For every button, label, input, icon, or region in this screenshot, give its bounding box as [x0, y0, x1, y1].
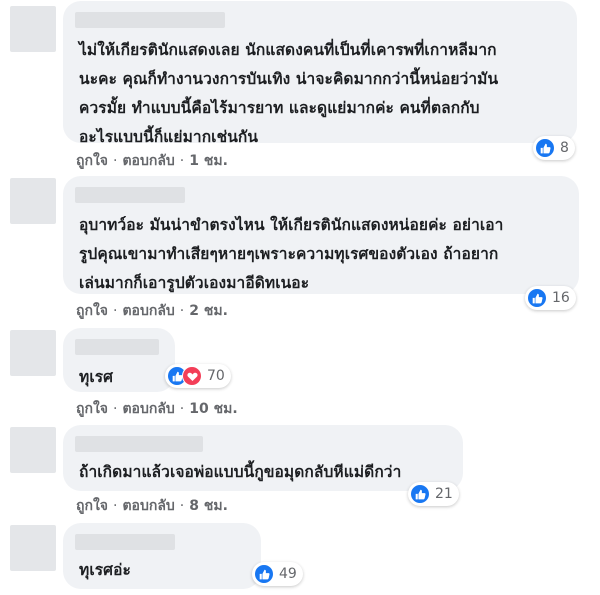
commenter-name-redacted[interactable]	[75, 12, 225, 28]
comment-bubble: ทุเรศอ่ะ	[63, 523, 261, 589]
commenter-name-redacted[interactable]	[75, 187, 185, 203]
reaction-count: 8	[560, 140, 569, 156]
like-icon	[535, 138, 555, 158]
comment-bubble: อุบาทว์อะ มันน่าขำตรงไหน ให้เกียรตินักแส…	[63, 176, 579, 294]
love-icon	[182, 366, 202, 386]
timestamp[interactable]: 2 ชม.	[189, 303, 228, 319]
comment-bubble: ไม่ให้เกียรตินักแสดงเลย นักแสดงคนที่เป็น…	[63, 1, 577, 146]
comment-text: อุบาทว์อะ มันน่าขำตรงไหน ให้เกียรตินักแส…	[79, 211, 504, 298]
comment-line: อุบาทว์อะ มันน่าขำตรงไหน ให้เกียรตินักแส…	[79, 216, 504, 234]
comment-text: ทุเรศอ่ะ	[79, 556, 131, 585]
separator: ·	[179, 153, 185, 169]
separator: ·	[113, 303, 118, 319]
reaction-count: 70	[207, 368, 225, 384]
separator: ·	[179, 498, 185, 514]
comment-bubble: ทุเรศ	[63, 328, 175, 392]
avatar[interactable]	[10, 525, 56, 571]
timestamp[interactable]: 1 ชม.	[189, 153, 228, 169]
avatar[interactable]	[10, 427, 56, 473]
like-icon	[410, 484, 430, 504]
reaction-summary[interactable]: 16	[525, 286, 576, 310]
timestamp[interactable]: 10 ชม.	[189, 401, 237, 417]
comment-line: รูปคุณเขามาทำเสียๆหายๆเพราะความทุเรศของต…	[79, 245, 499, 263]
reaction-summary[interactable]: 21	[408, 482, 459, 506]
separator: ·	[113, 498, 118, 514]
comment-actions: ถูกใจ · ตอบกลับ · 8 ชม.	[76, 495, 228, 517]
comment-text: ถ้าเกิดมาแล้วเจอพ่อแบบนี้กูขอมุดกลับหีแม…	[79, 458, 401, 487]
comment-line: อะไรแบบนี้ก็แย่มากเช่นกัน	[79, 128, 259, 146]
comment-line: ถ้าเกิดมาแล้วเจอพ่อแบบนี้กูขอมุดกลับหีแม…	[79, 463, 402, 481]
comment-line: นะคะ คุณก็ทำงานวงการบันเทิง น่าจะคิดมากก…	[79, 70, 499, 88]
commenter-name-redacted[interactable]	[75, 436, 203, 452]
comment-line: เล่นมากก็เอารูปตัวเองมาอีดิทเนอะ	[79, 274, 310, 292]
avatar[interactable]	[10, 178, 56, 224]
timestamp[interactable]: 8 ชม.	[189, 498, 228, 514]
separator: ·	[179, 401, 185, 417]
comment-line: ทุเรศอ่ะ	[79, 561, 131, 579]
comment-line: ควรมั้ย ทำแบบนี้คือไร้มารยาท และดูแย่มาก…	[79, 99, 480, 117]
like-icon	[254, 564, 274, 584]
reaction-count: 16	[552, 290, 570, 306]
reaction-count: 21	[435, 486, 453, 502]
reaction-count: 49	[279, 566, 297, 582]
comment-line: ทุเรศ	[79, 368, 114, 386]
like-button[interactable]: ถูกใจ	[76, 498, 108, 514]
commenter-name-redacted[interactable]	[75, 339, 159, 355]
like-icon	[527, 288, 547, 308]
commenter-name-redacted[interactable]	[75, 534, 175, 550]
reply-button[interactable]: ตอบกลับ	[122, 303, 174, 319]
comment-bubble: ถ้าเกิดมาแล้วเจอพ่อแบบนี้กูขอมุดกลับหีแม…	[63, 425, 463, 491]
comment-text: ทุเรศ	[79, 363, 113, 392]
reaction-summary[interactable]: 70	[165, 364, 231, 388]
avatar[interactable]	[10, 330, 56, 376]
reaction-summary[interactable]: 49	[252, 562, 303, 586]
reply-button[interactable]: ตอบกลับ	[122, 401, 174, 417]
like-button[interactable]: ถูกใจ	[76, 153, 108, 169]
reply-button[interactable]: ตอบกลับ	[122, 153, 174, 169]
reply-button[interactable]: ตอบกลับ	[122, 498, 174, 514]
separator: ·	[113, 401, 118, 417]
comment-text: ไม่ให้เกียรตินักแสดงเลย นักแสดงคนที่เป็น…	[79, 36, 498, 152]
avatar[interactable]	[10, 6, 56, 52]
comment-line: ไม่ให้เกียรตินักแสดงเลย นักแสดงคนที่เป็น…	[79, 41, 497, 59]
comment-actions: ถูกใจ · ตอบกลับ · 10 ชม.	[76, 398, 238, 420]
separator: ·	[179, 303, 185, 319]
separator: ·	[113, 153, 118, 169]
reaction-summary[interactable]: 8	[533, 136, 575, 160]
like-button[interactable]: ถูกใจ	[76, 303, 108, 319]
comment-actions: ถูกใจ · ตอบกลับ · 1 ชม.	[76, 150, 228, 172]
like-button[interactable]: ถูกใจ	[76, 401, 108, 417]
comment-actions: ถูกใจ · ตอบกลับ · 2 ชม.	[76, 300, 228, 322]
